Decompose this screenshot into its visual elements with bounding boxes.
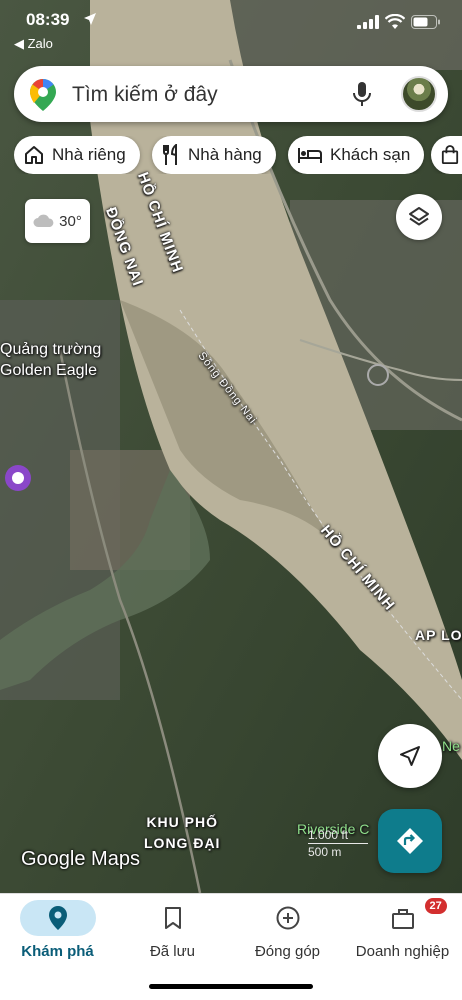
status-bar: 08:39 ◀ Zalo xyxy=(0,0,462,56)
chip-label: Khách sạn xyxy=(330,145,411,164)
add-circle-icon xyxy=(276,906,299,930)
bookmark-icon xyxy=(164,907,181,929)
map-label-plaza-2[interactable]: Golden Eagle xyxy=(0,361,97,381)
navigation-arrow-icon xyxy=(400,746,420,766)
restaurant-icon xyxy=(163,144,177,165)
map-label-plaza-1[interactable]: Quảng trường xyxy=(0,340,101,360)
map-label-ap-lo: AP LO xyxy=(415,627,462,643)
chip-label: Nhà hàng xyxy=(188,145,262,164)
google-maps-logo-icon xyxy=(30,79,56,111)
directions-button[interactable] xyxy=(378,809,442,873)
search-input[interactable]: Tìm kiếm ở đây xyxy=(72,83,218,107)
home-indicator[interactable] xyxy=(149,984,313,989)
nav-label: Đóng góp xyxy=(254,943,321,960)
notification-badge: 27 xyxy=(424,898,447,914)
nav-label: Đã lưu xyxy=(149,943,196,960)
weather-temperature: 30° xyxy=(59,212,82,230)
home-icon xyxy=(25,146,43,164)
chip-shopping[interactable] xyxy=(431,136,462,174)
district-line-2: LONG ĐẠI xyxy=(144,835,221,851)
nav-saved[interactable]: Đã lưu xyxy=(115,900,230,970)
weather-widget[interactable]: 30° xyxy=(25,199,90,243)
nav-label: Doanh nghiệp xyxy=(355,943,450,960)
wifi-icon xyxy=(385,14,405,29)
hotel-icon xyxy=(298,148,322,163)
search-bar[interactable]: Tìm kiếm ở đây xyxy=(14,66,448,122)
cloud-icon xyxy=(33,214,54,227)
account-avatar[interactable] xyxy=(401,76,437,112)
my-location-button[interactable] xyxy=(378,724,442,788)
nav-business[interactable]: 27 Doanh nghiệp xyxy=(345,898,460,970)
explore-pin-icon xyxy=(48,906,67,930)
battery-icon xyxy=(411,15,440,29)
layers-icon xyxy=(409,207,429,226)
nav-contribute[interactable]: Đóng góp xyxy=(230,900,345,970)
chip-restaurant[interactable]: Nhà hàng xyxy=(152,136,276,174)
map-label-ne[interactable]: Ne xyxy=(442,738,460,754)
chip-home[interactable]: Nhà riêng xyxy=(14,136,140,174)
shopping-bag-icon xyxy=(441,145,459,164)
location-arrow-icon xyxy=(84,13,96,25)
back-to-app-link[interactable]: ◀ Zalo xyxy=(14,36,53,52)
layers-button[interactable] xyxy=(396,194,442,240)
nav-explore[interactable]: Khám phá xyxy=(0,900,115,970)
google-maps-attribution: Google Maps xyxy=(21,848,140,870)
chip-label: Nhà riêng xyxy=(52,145,126,164)
category-chips: Nhà riêng Nhà hàng Khách sạn xyxy=(14,136,462,174)
map-label-district: KHU PHỐ LONG ĐẠI xyxy=(144,812,220,854)
cellular-signal-icon xyxy=(357,15,379,29)
status-time: 08:39 xyxy=(26,10,70,29)
business-icon xyxy=(391,909,414,929)
directions-icon xyxy=(397,828,423,854)
microphone-icon[interactable] xyxy=(352,81,372,107)
scale-m: 500 m xyxy=(308,845,342,859)
map-scale: 1.000 ft 500 m xyxy=(308,828,368,859)
nav-label: Khám phá xyxy=(21,943,94,960)
scale-ft: 1.000 ft xyxy=(308,828,349,842)
district-line-1: KHU PHỐ xyxy=(146,814,218,830)
chip-hotel[interactable]: Khách sạn xyxy=(288,136,425,174)
